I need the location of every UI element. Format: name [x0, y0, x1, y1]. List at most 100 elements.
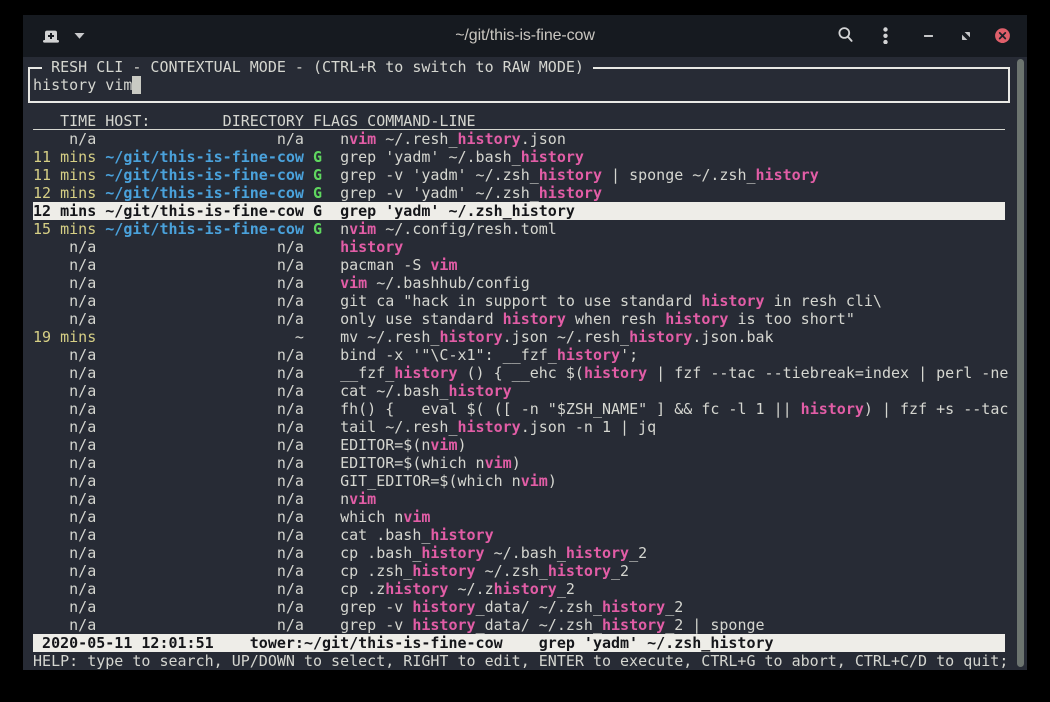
history-row[interactable]: n/a n/a nvim — [24, 490, 1008, 508]
history-row[interactable]: n/a n/a cat ~/.bash_history — [24, 382, 1008, 400]
row-command: grep 'yadm' ~/.bash_ — [340, 148, 521, 166]
row-directory: n/a — [105, 292, 304, 310]
row-directory: ~/git/this-is-fine-cow — [105, 166, 304, 184]
match-highlight: history — [421, 544, 484, 562]
match-highlight: history — [665, 310, 728, 328]
row-command: bind -x '"\C-x1": __fzf_ — [340, 346, 557, 364]
row-command: _2 — [665, 598, 683, 616]
row-command: n — [340, 490, 349, 508]
minimize-button[interactable] — [924, 35, 933, 37]
history-row[interactable]: n/a n/a cat .bash_history — [24, 526, 1008, 544]
match-highlight: vim — [340, 274, 367, 292]
history-row[interactable]: 11 mins ~/git/this-is-fine-cow G grep 'y… — [24, 148, 1008, 166]
row-time: n/a — [33, 436, 96, 454]
row-command: cp .zsh_ — [340, 562, 412, 580]
row-directory: n/a — [105, 508, 304, 526]
history-row[interactable]: n/a n/a fh() { eval $( ([ -n "$ZSH_NAME"… — [24, 400, 1008, 418]
scrollbar-thumb[interactable] — [1017, 59, 1024, 667]
match-highlight: history — [439, 328, 502, 346]
search-input-row[interactable]: history vim — [24, 76, 1008, 94]
row-command: EDITOR=$(which n — [340, 454, 485, 472]
row-time: 12 mins — [33, 202, 96, 220]
history-row[interactable]: n/a n/a GIT_EDITOR=$(which nvim) — [24, 472, 1008, 490]
menu-button[interactable] — [883, 27, 888, 44]
history-row[interactable]: n/a n/a cp .bash_history ~/.bash_history… — [24, 544, 1008, 562]
match-highlight: vim — [430, 436, 457, 454]
row-time: 12 mins — [33, 184, 96, 202]
row-command: cat ~/.bash_ — [340, 382, 448, 400]
match-highlight: history — [458, 130, 521, 148]
match-highlight: vim — [349, 490, 376, 508]
history-row[interactable]: n/a n/a EDITOR=$(nvim) — [24, 436, 1008, 454]
match-highlight: history — [503, 310, 566, 328]
match-highlight: history — [602, 616, 665, 634]
match-highlight: history — [458, 418, 521, 436]
row-time: n/a — [33, 400, 96, 418]
row-flags — [313, 238, 322, 256]
help-row: HELP: type to search, UP/DOWN to select,… — [24, 652, 1008, 670]
screenshot: { "window": { "title": "~/git/this-is-fi… — [0, 0, 1050, 702]
history-row[interactable]: n/a n/a bind -x '"\C-x1": __fzf_history'… — [24, 346, 1008, 364]
match-highlight: history — [430, 526, 493, 544]
match-highlight: history — [548, 562, 611, 580]
row-time: n/a — [33, 364, 96, 382]
match-highlight: history — [629, 328, 692, 346]
history-row[interactable]: n/a n/a EDITOR=$(which nvim) — [24, 454, 1008, 472]
row-time: 19 mins — [33, 328, 96, 346]
history-row[interactable]: 15 mins ~/git/this-is-fine-cow G nvim ~/… — [24, 220, 1008, 238]
row-command: _2 — [611, 562, 629, 580]
close-button[interactable] — [995, 28, 1010, 43]
match-highlight: vim — [485, 454, 512, 472]
match-highlight: history — [494, 580, 557, 598]
match-highlight: history — [394, 364, 457, 382]
row-command: n — [340, 220, 349, 238]
row-directory: n/a — [105, 544, 304, 562]
history-row[interactable]: n/a n/a grep -v history_data/ ~/.zsh_his… — [24, 616, 1008, 634]
history-row[interactable]: n/a n/a tail ~/.resh_history.json -n 1 |… — [24, 418, 1008, 436]
frame-title-row: RESH CLI - CONTEXTUAL MODE - (CTRL+R to … — [24, 58, 1008, 76]
row-time: n/a — [33, 274, 96, 292]
history-row[interactable]: 11 mins ~/git/this-is-fine-cow G grep -v… — [24, 166, 1008, 184]
row-directory: n/a — [105, 418, 304, 436]
history-row[interactable]: n/a n/a only use standard history when r… — [24, 310, 1008, 328]
row-command: git ca "hack in support to use standard — [340, 292, 701, 310]
row-directory: n/a — [105, 616, 304, 634]
restore-button[interactable] — [962, 32, 970, 40]
row-directory: n/a — [105, 436, 304, 454]
history-row[interactable]: n/a n/a which nvim — [24, 508, 1008, 526]
row-command: grep -v — [340, 616, 412, 634]
match-highlight: history — [340, 238, 403, 256]
row-command: () { __ehc $( — [458, 364, 584, 382]
history-row[interactable]: 19 mins ~ mv ~/.resh_history.json ~/.res… — [24, 328, 1008, 346]
restore-icon — [962, 32, 970, 40]
row-time: n/a — [33, 580, 96, 598]
row-time: n/a — [33, 490, 96, 508]
history-row[interactable]: n/a n/a pacman -S vim — [24, 256, 1008, 274]
row-flags — [313, 526, 322, 544]
history-row[interactable]: n/a n/a cp .zhistory ~/.zhistory_2 — [24, 580, 1008, 598]
row-command: ~/.zsh_ — [476, 562, 548, 580]
history-row[interactable]: 12 mins ~/git/this-is-fine-cow G grep -v… — [24, 184, 1008, 202]
terminal-window: ~/git/this-is-fine-cow — [23, 15, 1027, 670]
match-highlight: vim — [349, 220, 376, 238]
search-button[interactable] — [837, 26, 854, 44]
history-row[interactable]: n/a n/a git ca "hack in support to use s… — [24, 292, 1008, 310]
search-icon — [837, 26, 854, 44]
row-flags — [313, 346, 322, 364]
history-row[interactable]: n/a n/a __fzf_history () { __ehc $(histo… — [24, 364, 1008, 382]
row-flags: G — [313, 220, 322, 238]
history-row[interactable]: n/a n/a nvim ~/.resh_history.json — [24, 130, 1008, 148]
row-directory: n/a — [105, 274, 304, 292]
row-command: only use standard — [340, 310, 503, 328]
history-row[interactable]: n/a n/a vim ~/.bashhub/config — [24, 274, 1008, 292]
history-row[interactable]: n/a n/a grep -v history_data/ ~/.zsh_his… — [24, 598, 1008, 616]
row-directory: ~/git/this-is-fine-cow — [105, 148, 304, 166]
history-row[interactable]: 12 mins ~/git/this-is-fine-cow G grep 'y… — [24, 202, 1008, 220]
row-directory: n/a — [105, 490, 304, 508]
row-flags — [313, 274, 322, 292]
history-row[interactable]: n/a n/a history — [24, 238, 1008, 256]
row-command: ~/.config/resh.toml — [376, 220, 557, 238]
match-highlight: history — [448, 382, 511, 400]
row-command: grep 'yadm' ~/.zsh_history — [340, 202, 575, 220]
history-row[interactable]: n/a n/a cp .zsh_history ~/.zsh_history_2 — [24, 562, 1008, 580]
